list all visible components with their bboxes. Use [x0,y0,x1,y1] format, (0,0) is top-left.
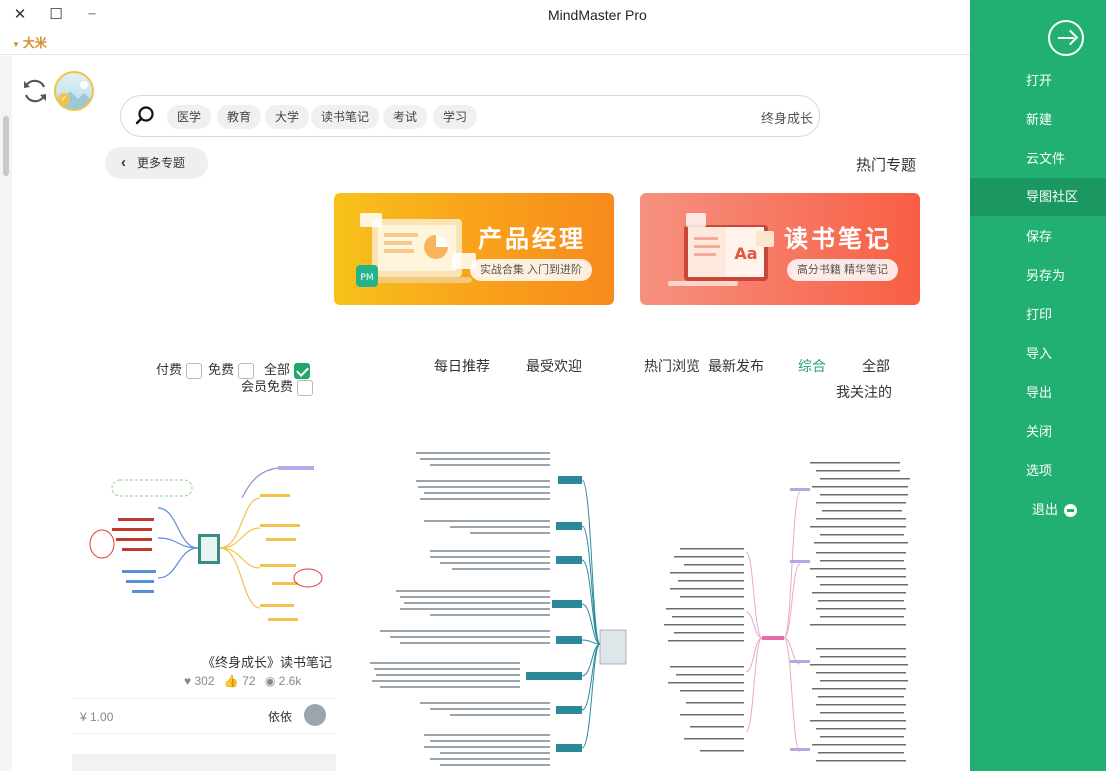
filter-all-label: 全部 [264,362,291,377]
menu-item-close[interactable]: 关闭 [970,413,1106,451]
svg-text:Aa: Aa [734,244,757,263]
author-avatar[interactable] [304,704,326,726]
search-icon[interactable] [135,106,155,126]
search-tag[interactable]: 教育 [217,105,262,129]
scrollbar-thumb[interactable] [3,116,9,176]
language-selector[interactable]: ▼ 大米 [12,34,47,51]
window-title: MindMaster Pro [548,7,647,23]
menu-item-print[interactable]: 打印 [970,296,1106,334]
close-icon[interactable]: ✕ [8,4,32,26]
search-tag[interactable]: 学习 [433,105,478,129]
divider [0,54,970,55]
eye-icon: ◉ [264,674,276,688]
vip-badge-icon: ✓ [58,93,70,105]
file-menu-sidebar: 打开 新建 云文件 导图社区 保存 另存为 打印 导入 导出 关闭 选项 退出 [970,0,1106,771]
minimize-icon[interactable]: ─ [80,4,104,26]
mindmap-card-peek[interactable] [72,754,336,771]
divider [72,698,336,699]
avatar[interactable]: ✓ [54,71,94,111]
thumb-up-icon: 👍 [223,674,239,688]
avatar-image [60,81,92,109]
mindmap-thumbnail [89,466,323,621]
search-tag[interactable]: 医学 [167,105,212,129]
chevron-left-icon: ‹ [121,154,126,171]
topic-banner-reading-notes[interactable]: Aa 读书笔记 高分书籍 精华笔记 [640,193,920,305]
likes-count: 72 [242,674,256,688]
menu-item-import[interactable]: 导入 [970,335,1106,373]
more-topics-label: 更多专题 [137,156,186,170]
svg-text:PM: PM [360,273,373,283]
card-price: ¥ 1.00 [80,710,114,724]
card-stats: ♥ 302 👍 72 ◉ 2.6k [184,674,301,688]
category-following[interactable]: 我关注的 [836,382,892,402]
language-label: 大米 [22,36,47,50]
banner-subtitle: 高分书籍 精华笔记 [786,259,898,281]
mindmap-card-thumbnail[interactable] [360,444,640,771]
caret-down-icon: ▼ [12,40,20,49]
banner-title: 读书笔记 [784,226,892,253]
mindmap-card[interactable]: 《终身成长》读书笔记 ♥ 302 👍 72 ◉ 2.6k ¥ 1.00 依依 [72,440,336,734]
search-bar[interactable]: 医学 教育 大学 读书笔记 考试 学习 终身成长 [120,95,820,137]
banner-subtitle: 实战合集 入门到进阶 [469,259,592,281]
menu-item-cloud-files[interactable]: 云文件 [970,140,1106,178]
filter-member-free-label: 会员免费 [241,379,294,394]
menu-item-new[interactable]: 新建 [970,101,1106,139]
heart-icon: ♥ [184,674,192,688]
category-comprehensive[interactable]: 综合 [798,356,826,376]
menu-item-community[interactable]: 导图社区 [970,178,1106,216]
more-topics-button[interactable]: ‹ 更多专题 [105,147,208,179]
card-author[interactable]: 依依 [268,708,292,725]
laptop-illustration-icon: PM [356,213,476,287]
menu-item-exit[interactable]: 退出 [970,491,1106,529]
filter-paid[interactable]: 付费 [156,359,203,379]
book-illustration-icon: Aa [668,213,774,286]
menu-item-open[interactable]: 打开 [970,62,1106,100]
card-title[interactable]: 《终身成长》读书笔记 [202,652,332,671]
filter-paid-label: 付费 [156,362,183,377]
menu-item-save-as[interactable]: 另存为 [970,257,1106,295]
mindmap-card-thumbnail[interactable] [660,452,922,771]
menu-item-export[interactable]: 导出 [970,374,1106,412]
search-tag[interactable]: 大学 [265,105,310,129]
filter-member-free[interactable]: 会员免费 [241,376,314,396]
scrollbar[interactable] [0,56,12,771]
category-latest[interactable]: 最新发布 [708,356,764,376]
exit-icon [1064,504,1078,518]
checkbox-icon[interactable] [297,379,314,396]
category-hot-views[interactable]: 热门浏览 [644,356,700,376]
back-arrow-icon[interactable] [1048,20,1084,56]
category-most-popular[interactable]: 最受欢迎 [526,356,582,376]
maximize-icon[interactable]: ☐ [44,4,68,26]
category-daily-picks[interactable]: 每日推荐 [434,356,490,376]
banner-title: 产品经理 [478,226,586,253]
search-tag[interactable]: 读书笔记 [311,105,380,129]
views-count: 2.6k [278,674,302,688]
search-tag[interactable]: 考试 [383,105,428,129]
favorites-count: 302 [194,674,215,688]
refresh-icon[interactable] [20,76,50,106]
filter-free-label: 免费 [208,362,235,377]
category-all[interactable]: 全部 [862,356,890,376]
checkbox-icon[interactable] [186,362,203,379]
section-title: 热门专题 [856,157,917,174]
menu-item-exit-label: 退出 [1032,502,1059,517]
menu-item-save[interactable]: 保存 [970,218,1106,256]
topic-banner-product-manager[interactable]: PM 产品经理 实战合集 入门到进阶 [334,193,614,305]
title-bar: ✕ ☐ ─ MindMaster Pro [0,0,970,32]
menu-item-options[interactable]: 选项 [970,452,1106,490]
search-input[interactable]: 终身成长 [761,108,813,127]
